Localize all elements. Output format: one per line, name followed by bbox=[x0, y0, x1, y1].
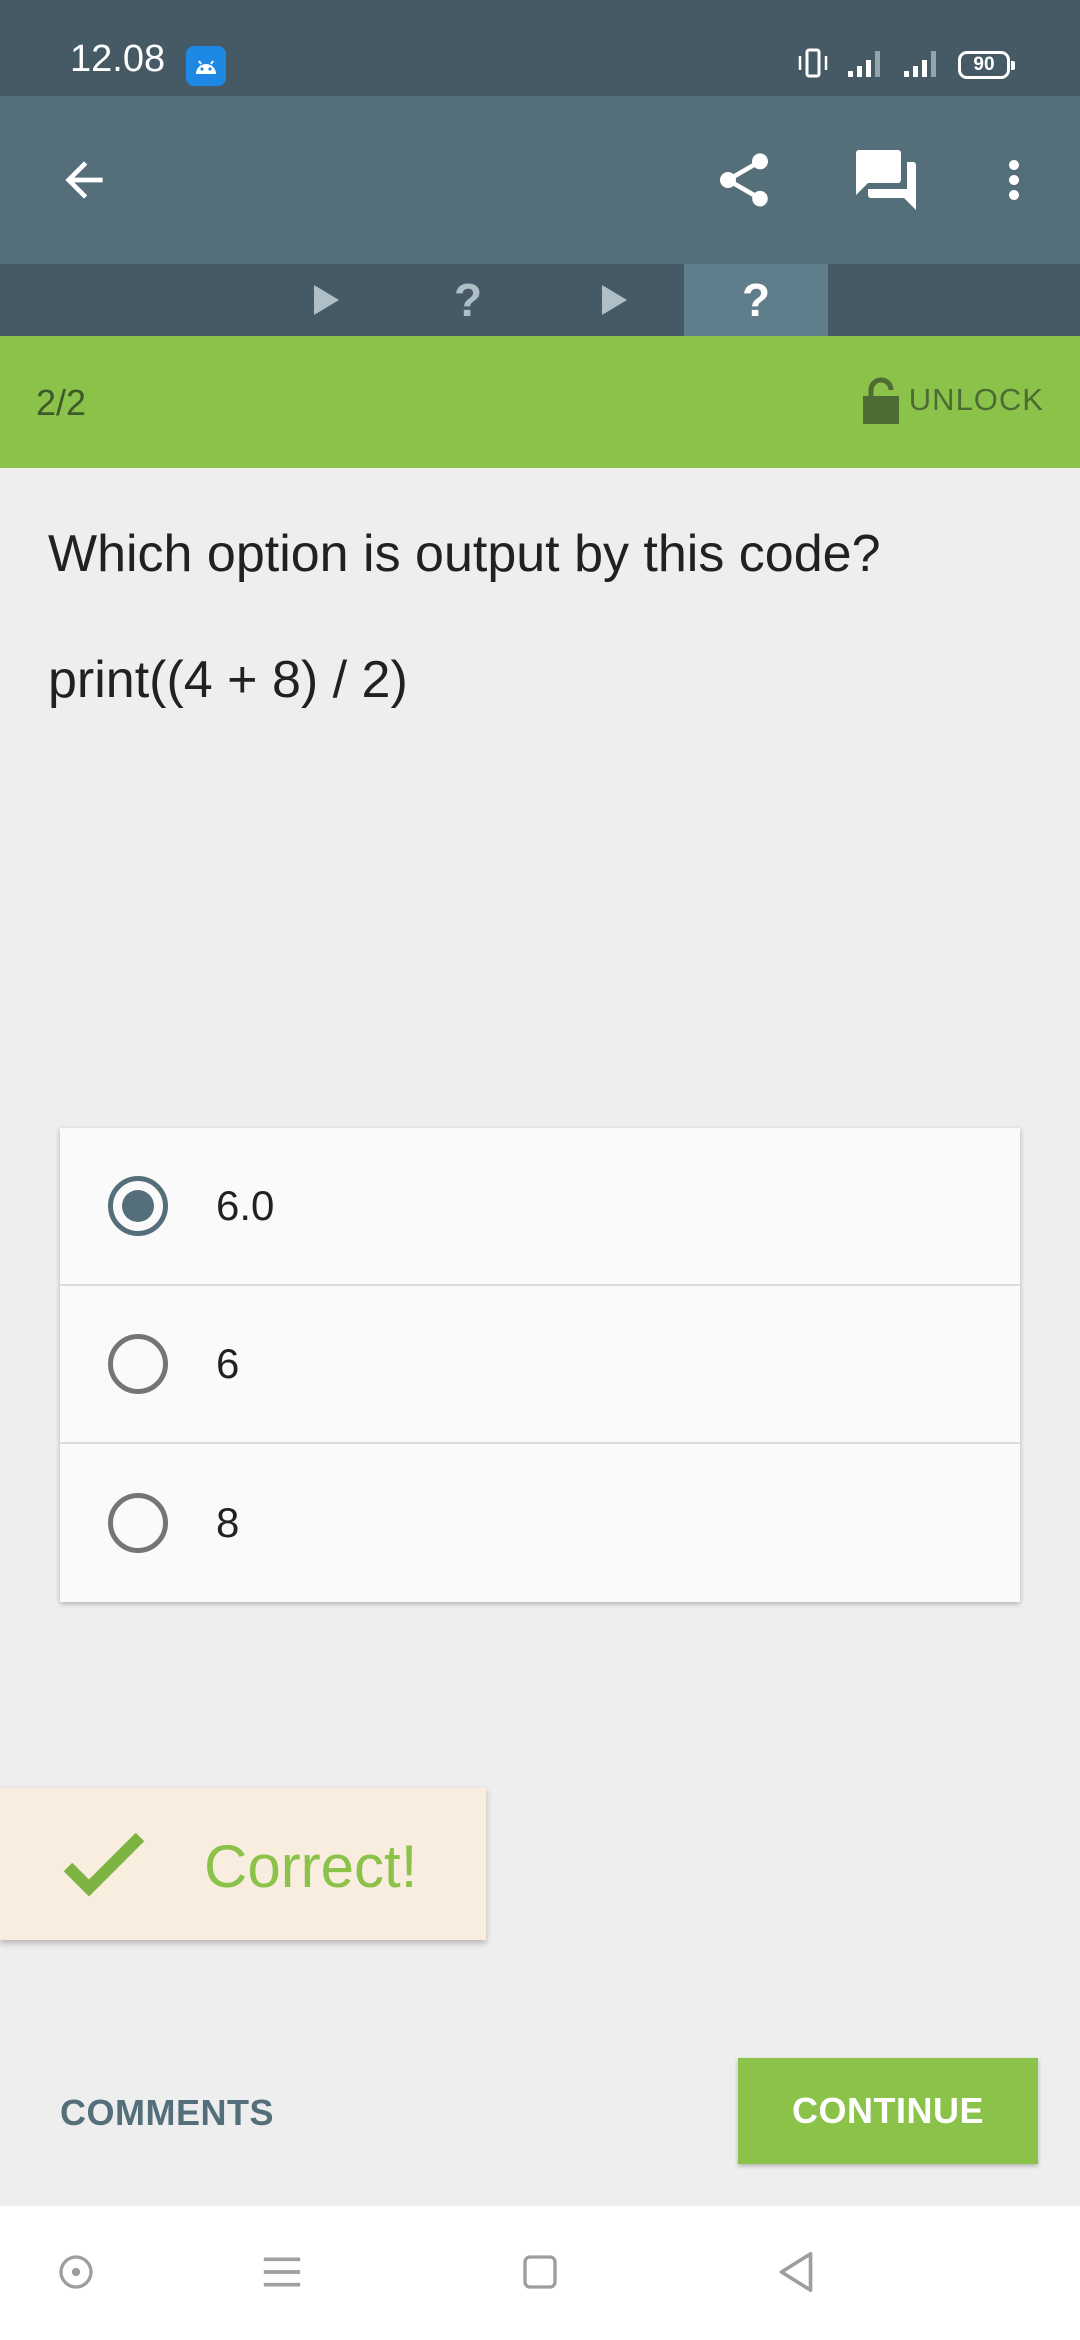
comments-toolbar-button[interactable] bbox=[838, 132, 934, 228]
play-icon bbox=[602, 285, 627, 315]
menu-nav-button[interactable] bbox=[242, 2242, 322, 2302]
code-snippet: print((4 + 8) / 2) bbox=[48, 651, 408, 709]
share-icon bbox=[720, 153, 768, 207]
tab-quiz-1[interactable]: ? bbox=[396, 264, 540, 336]
circle-dot-icon bbox=[59, 2255, 93, 2289]
feedback-toast: Correct! bbox=[0, 1788, 486, 1940]
system-icons: 90 bbox=[796, 47, 1015, 84]
answer-option-label: 6.0 bbox=[216, 1182, 275, 1229]
tab-quiz-2[interactable]: ? bbox=[684, 264, 828, 336]
signal-icon bbox=[902, 47, 942, 84]
triangle-back-icon bbox=[779, 2251, 813, 2292]
play-icon bbox=[314, 285, 339, 315]
comments-button[interactable]: COMMENTS bbox=[60, 2092, 274, 2134]
question-text: Which option is output by this code? bbox=[48, 525, 881, 583]
back-nav-button[interactable] bbox=[756, 2242, 836, 2302]
progress-bar: 2/2 UNLOCK bbox=[0, 336, 1080, 468]
tab-lesson-2[interactable] bbox=[540, 264, 684, 336]
lock-icon bbox=[862, 377, 899, 424]
answer-option[interactable]: 8 bbox=[60, 1444, 1020, 1602]
status-time: 12.08 bbox=[70, 38, 166, 80]
radio-button-selected[interactable] bbox=[108, 1176, 168, 1236]
answer-option[interactable]: 6.0 bbox=[60, 1128, 1020, 1286]
home-nav-button[interactable] bbox=[500, 2242, 580, 2302]
radio-button[interactable] bbox=[108, 1493, 168, 1553]
tab-lesson-1[interactable] bbox=[252, 264, 396, 336]
answer-option-label: 8 bbox=[216, 1499, 240, 1546]
feedback-message: Correct! bbox=[204, 1833, 418, 1900]
signal-icon bbox=[846, 47, 886, 84]
assistant-nav-button[interactable] bbox=[36, 2242, 116, 2302]
share-button[interactable] bbox=[696, 132, 792, 228]
answer-option[interactable]: 6 bbox=[60, 1286, 1020, 1444]
tab-quiz-2-label: ? bbox=[741, 274, 771, 326]
comments-icon bbox=[856, 150, 916, 210]
more-options-button[interactable] bbox=[966, 132, 1062, 228]
continue-button[interactable]: CONTINUE bbox=[738, 2058, 1038, 2164]
unlock-button[interactable]: UNLOCK bbox=[861, 376, 1044, 424]
back-arrow-icon bbox=[65, 161, 103, 199]
more-vert-icon bbox=[1009, 160, 1019, 200]
answer-option-label: 6 bbox=[216, 1340, 240, 1387]
android-app-icon bbox=[186, 46, 226, 86]
back-button[interactable] bbox=[36, 132, 132, 228]
check-icon bbox=[63, 1832, 145, 1897]
tab-quiz-1-label: ? bbox=[453, 274, 483, 326]
answer-options: 6.0 6 8 bbox=[60, 1128, 1020, 1602]
question-counter: 2/2 bbox=[36, 382, 87, 423]
square-icon bbox=[523, 2255, 557, 2289]
status-bar: 12.08 90 bbox=[0, 0, 1080, 96]
battery-icon: 90 bbox=[958, 51, 1015, 79]
menu-icon bbox=[263, 2257, 301, 2287]
unlock-label: UNLOCK bbox=[908, 382, 1044, 417]
vibrate-icon bbox=[796, 47, 830, 84]
lesson-tabs: ? ? bbox=[0, 264, 1080, 336]
app-toolbar bbox=[0, 96, 1080, 264]
radio-button[interactable] bbox=[108, 1334, 168, 1394]
system-nav-bar bbox=[0, 2206, 1080, 2340]
